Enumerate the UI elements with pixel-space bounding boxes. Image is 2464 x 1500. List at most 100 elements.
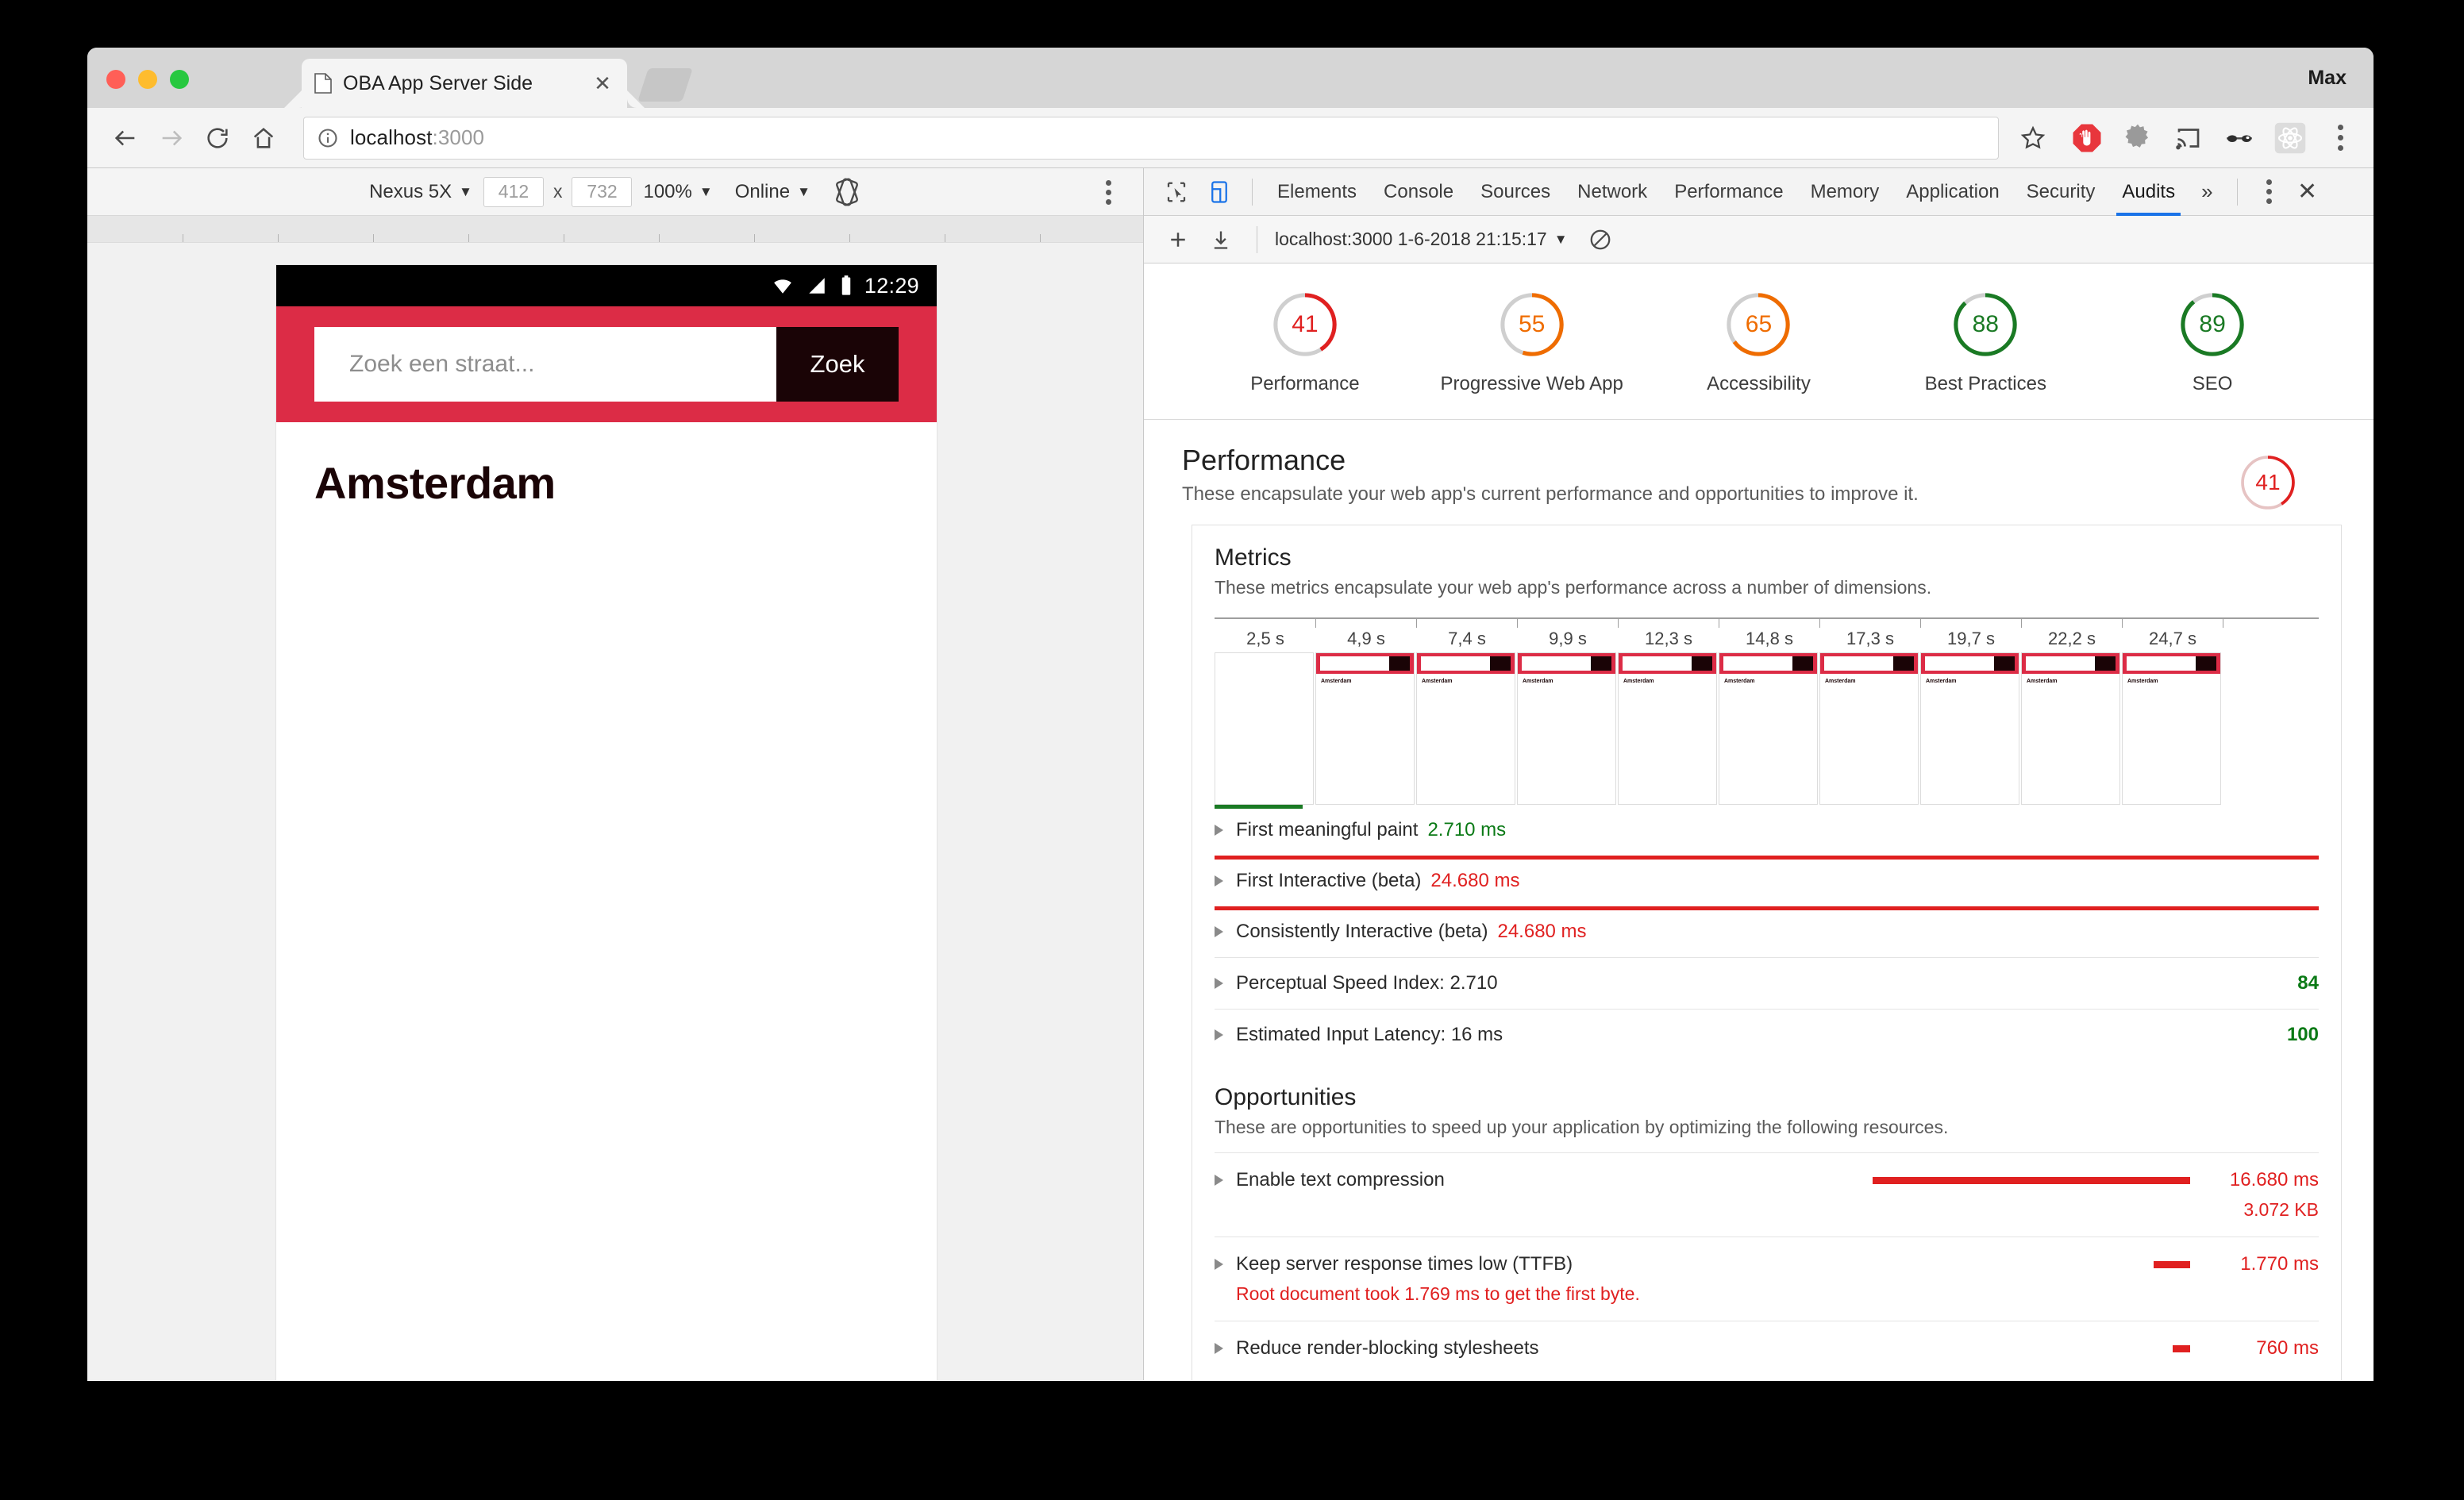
filmstrip-frame[interactable] bbox=[1215, 652, 1314, 805]
gauge-pwa[interactable]: 55 Progressive Web App bbox=[1437, 290, 1627, 395]
tab-sources[interactable]: Sources bbox=[1467, 168, 1564, 216]
more-tabs-icon[interactable]: » bbox=[2189, 179, 2225, 204]
chevron-right-icon[interactable] bbox=[1215, 1259, 1223, 1270]
opportunity-detail: Root document took 1.769 ms to get the f… bbox=[1236, 1283, 1640, 1304]
tab-network[interactable]: Network bbox=[1564, 168, 1661, 216]
gauge-performance[interactable]: 41 Performance bbox=[1210, 290, 1400, 395]
filmstrip-city-label: Amsterdam bbox=[1926, 679, 1957, 684]
devtools-menu-icon[interactable] bbox=[2255, 175, 2284, 210]
gear-icon[interactable] bbox=[2119, 120, 2156, 156]
opportunity-row[interactable]: Reduce render-blocking stylesheets 760 m… bbox=[1215, 1321, 2319, 1380]
metric-row[interactable]: Consistently Interactive (beta) 24.680 m… bbox=[1215, 906, 2319, 957]
cast-icon[interactable] bbox=[2170, 120, 2207, 156]
filmstrip-frame[interactable]: Amsterdam bbox=[1618, 652, 1717, 805]
gauge-seo[interactable]: 89 SEO bbox=[2117, 290, 2308, 395]
tab-elements[interactable]: Elements bbox=[1264, 168, 1370, 216]
search-input[interactable]: Zoek een straat... bbox=[314, 327, 776, 402]
home-icon[interactable] bbox=[243, 117, 284, 159]
close-icon[interactable]: ✕ bbox=[2290, 175, 2325, 210]
close-icon[interactable]: ✕ bbox=[591, 71, 614, 95]
gauge-score: 41 bbox=[1292, 311, 1319, 337]
metric-value: 2.710 ms bbox=[1427, 819, 1507, 840]
back-arrow-icon[interactable] bbox=[105, 117, 146, 159]
axis-tick-label: 24,7 s bbox=[2149, 629, 2196, 648]
maximize-window-button[interactable] bbox=[170, 70, 189, 89]
reload-icon[interactable] bbox=[197, 117, 238, 159]
tab-memory[interactable]: Memory bbox=[1797, 168, 1893, 216]
filmstrip-frame[interactable]: Amsterdam bbox=[1920, 652, 2019, 805]
gauge-label: Best Practices bbox=[1924, 373, 2046, 394]
filmstrip-frame[interactable]: Amsterdam bbox=[1719, 652, 1818, 805]
gauge-accessibility[interactable]: 65 Accessibility bbox=[1663, 290, 1854, 395]
throttling-selector[interactable]: Online ▼ bbox=[735, 181, 810, 203]
tab-security[interactable]: Security bbox=[2013, 168, 2109, 216]
metric-row[interactable]: First meaningful paint 2.710 ms bbox=[1215, 805, 2319, 856]
chevron-down-icon: ▼ bbox=[459, 184, 472, 199]
metrics-description: These metrics encapsulate your web app's… bbox=[1215, 577, 1932, 598]
filmstrip-frame[interactable]: Amsterdam bbox=[1517, 652, 1616, 805]
metric-row[interactable]: First Interactive (beta) 24.680 ms bbox=[1215, 856, 2319, 906]
gauge-best-practices[interactable]: 88 Best Practices bbox=[1890, 290, 2081, 395]
filmstrip-city-label: Amsterdam bbox=[1724, 679, 1755, 684]
opportunities-description: These are opportunities to speed up your… bbox=[1215, 1117, 1949, 1137]
zoom-level: 100% bbox=[643, 180, 692, 202]
audit-report-label: localhost:3000 1-6-2018 21:15:17 bbox=[1275, 229, 1547, 249]
browser-tab[interactable]: OBA App Server Side ✕ bbox=[302, 59, 627, 108]
kebab-menu-icon[interactable] bbox=[2324, 117, 2356, 159]
rotate-device-icon[interactable] bbox=[833, 177, 861, 206]
url-port: :3000 bbox=[432, 125, 485, 149]
device-options-menu-icon[interactable] bbox=[1094, 178, 1122, 206]
chevron-right-icon[interactable] bbox=[1215, 1343, 1223, 1354]
glasses-icon[interactable] bbox=[2221, 120, 2258, 156]
address-bar[interactable]: localhost:3000 bbox=[303, 116, 1999, 160]
chevron-right-icon[interactable] bbox=[1215, 1029, 1223, 1040]
device-toolbar-icon[interactable] bbox=[1200, 173, 1238, 211]
tab-console[interactable]: Console bbox=[1370, 168, 1467, 216]
tab-application[interactable]: Application bbox=[1892, 168, 2012, 216]
filmstrip-frame[interactable]: Amsterdam bbox=[1416, 652, 1515, 805]
filmstrip-frame[interactable]: Amsterdam bbox=[1315, 652, 1415, 805]
viewport-width-input[interactable]: 412 bbox=[483, 176, 544, 207]
section-title: Performance bbox=[1182, 444, 1346, 476]
download-icon[interactable] bbox=[1203, 221, 1239, 258]
audit-report-selector[interactable]: localhost:3000 1-6-2018 21:15:17 ▼ bbox=[1275, 229, 1568, 250]
devtools-tab-bar: Elements Console Sources Network Perform… bbox=[1144, 168, 2374, 216]
opportunity-name: Enable text compression bbox=[1236, 1169, 1445, 1190]
chevron-right-icon[interactable] bbox=[1215, 926, 1223, 937]
score-gauges: 41 Performance 55 Progressive Web App 65… bbox=[1144, 263, 2374, 420]
star-icon[interactable] bbox=[2012, 117, 2054, 160]
battery-icon bbox=[841, 275, 851, 295]
device-toolbar: Nexus 5X ▼ 412 x 732 100% ▼ Online ▼ bbox=[87, 168, 1143, 216]
adblock-stop-icon[interactable] bbox=[2069, 120, 2105, 156]
minimize-window-button[interactable] bbox=[138, 70, 157, 89]
close-window-button[interactable] bbox=[106, 70, 125, 89]
react-devtools-icon[interactable] bbox=[2272, 120, 2308, 156]
search-button[interactable]: Zoek bbox=[776, 327, 899, 402]
plus-icon[interactable] bbox=[1160, 221, 1196, 258]
chevron-right-icon[interactable] bbox=[1215, 875, 1223, 887]
tab-audits[interactable]: Audits bbox=[2108, 168, 2189, 216]
opportunity-value: 16.680 ms bbox=[2229, 1169, 2319, 1190]
filmstrip-frame[interactable]: Amsterdam bbox=[2021, 652, 2120, 805]
profile-name[interactable]: Max bbox=[2284, 48, 2374, 108]
opportunity-row[interactable]: Keep server response times low (TTFB) 1.… bbox=[1215, 1237, 2319, 1321]
info-icon[interactable] bbox=[317, 127, 339, 149]
opportunity-row[interactable]: Enable text compression 16.680 ms 3.072 … bbox=[1215, 1152, 2319, 1237]
filmstrip-frame[interactable]: Amsterdam bbox=[2122, 652, 2221, 805]
tab-performance[interactable]: Performance bbox=[1661, 168, 1796, 216]
inspect-element-icon[interactable] bbox=[1157, 173, 1195, 211]
metric-row[interactable]: Perceptual Speed Index: 2.710 84 bbox=[1215, 957, 2319, 1009]
axis-tick-label: 4,9 s bbox=[1347, 629, 1385, 648]
chevron-right-icon[interactable] bbox=[1215, 825, 1223, 836]
filmstrip-frame[interactable]: Amsterdam bbox=[1819, 652, 1919, 805]
clear-icon[interactable] bbox=[1582, 221, 1619, 258]
filmstrip-city-label: Amsterdam bbox=[1523, 679, 1553, 684]
metric-row[interactable]: Estimated Input Latency: 16 ms 100 bbox=[1215, 1009, 2319, 1060]
opportunity-name: Reduce render-blocking stylesheets bbox=[1236, 1337, 1539, 1359]
device-selector[interactable]: Nexus 5X ▼ bbox=[369, 181, 472, 203]
chevron-right-icon[interactable] bbox=[1215, 1175, 1223, 1186]
new-tab-button[interactable] bbox=[637, 68, 693, 102]
viewport-height-input[interactable]: 732 bbox=[572, 176, 633, 207]
zoom-selector[interactable]: 100% ▼ bbox=[643, 181, 712, 203]
chevron-right-icon[interactable] bbox=[1215, 978, 1223, 989]
